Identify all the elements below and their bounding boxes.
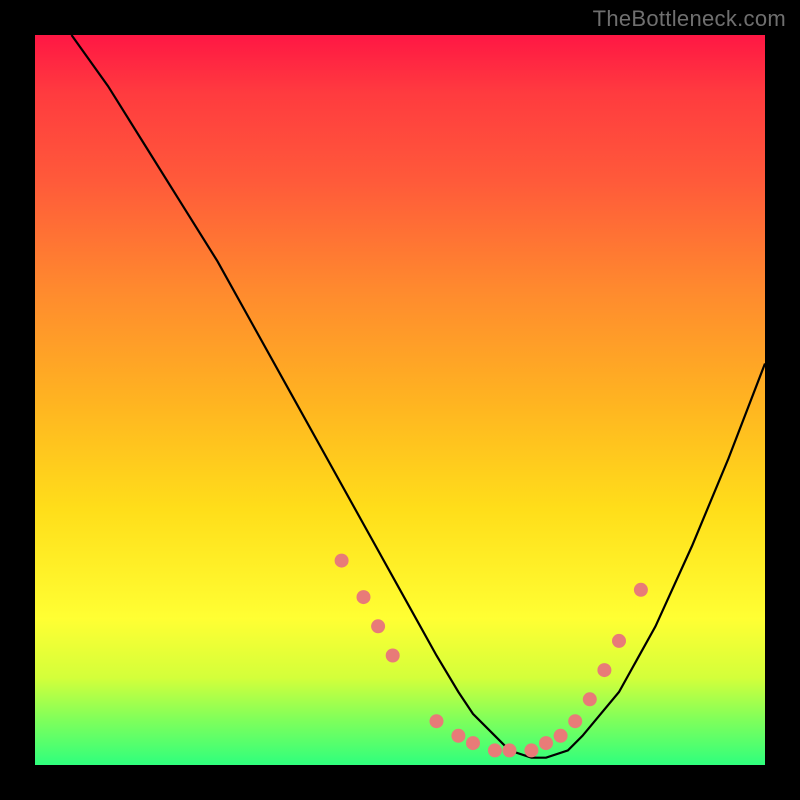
data-point — [451, 729, 465, 743]
data-point — [488, 743, 502, 757]
data-point — [524, 743, 538, 757]
data-point — [466, 736, 480, 750]
data-point — [335, 554, 349, 568]
data-point — [612, 634, 626, 648]
data-point — [583, 692, 597, 706]
chart-frame: TheBottleneck.com — [0, 0, 800, 800]
data-point — [386, 649, 400, 663]
curve-layer — [72, 35, 766, 758]
data-point — [554, 729, 568, 743]
chart-svg — [35, 35, 765, 765]
data-point — [568, 714, 582, 728]
bottleneck-curve — [72, 35, 766, 758]
marker-layer — [335, 554, 648, 758]
data-point — [597, 663, 611, 677]
data-point — [430, 714, 444, 728]
data-point — [371, 619, 385, 633]
attribution-text: TheBottleneck.com — [593, 6, 786, 32]
data-point — [539, 736, 553, 750]
data-point — [503, 743, 517, 757]
data-point — [634, 583, 648, 597]
plot-area — [35, 35, 765, 765]
data-point — [357, 590, 371, 604]
